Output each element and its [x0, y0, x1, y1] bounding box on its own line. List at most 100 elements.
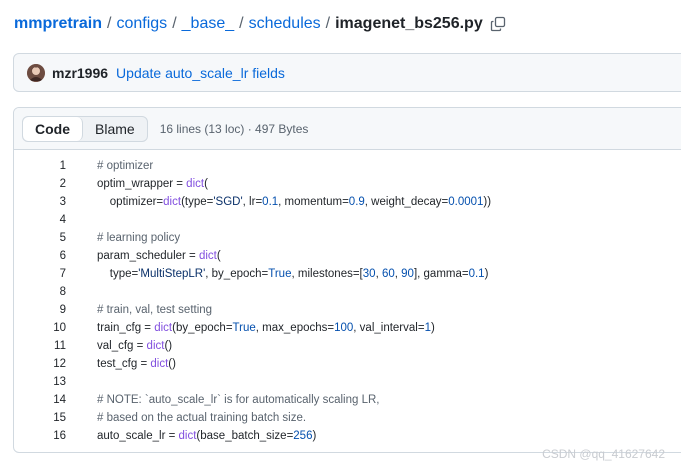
- code-token: 'MultiStepLR': [138, 268, 206, 280]
- code-token: , max_epochs=: [255, 322, 335, 334]
- line-number[interactable]: 8: [14, 286, 66, 298]
- code-token: val_cfg =: [97, 340, 147, 352]
- code-token: (): [168, 358, 176, 370]
- avatar[interactable]: [27, 63, 45, 82]
- code-token: , milestones=[: [291, 268, 363, 280]
- code-token: 0.1: [468, 268, 485, 280]
- code-line: 3 optimizer=dict(type='SGD', lr=0.1, mom…: [14, 193, 681, 211]
- line-number[interactable]: 11: [14, 340, 66, 352]
- code-line: 7 type='MultiStepLR', by_epoch=True, mil…: [14, 265, 681, 283]
- code-line: 14 # NOTE: `auto_scale_lr` is for automat…: [14, 391, 681, 409]
- code-text: type='MultiStepLR', by_epoch=True, miles…: [97, 268, 489, 280]
- code-line: 16 auto_scale_lr = dict(base_batch_size=2…: [14, 427, 681, 445]
- code-line: 6 param_scheduler = dict(: [14, 247, 681, 265]
- code-text: # learning policy: [97, 232, 180, 244]
- code-text: # train, val, test setting: [97, 304, 212, 316]
- breadcrumb-dir-link-schedules[interactable]: schedules: [249, 15, 321, 33]
- code-token: dict: [198, 250, 217, 262]
- breadcrumb-dir-link-configs[interactable]: configs: [116, 15, 167, 33]
- code-text: optimizer=dict(type='SGD', lr=0.1, momen…: [97, 196, 491, 208]
- line-number[interactable]: 13: [14, 376, 66, 388]
- line-number[interactable]: 14: [14, 394, 66, 406]
- code-token: dict: [186, 178, 205, 190]
- code-token: # based on the actual training batch siz…: [97, 412, 307, 424]
- code-line: 9 # train, val, test setting: [14, 301, 681, 319]
- latest-commit-bar: mzr1996 Update auto_scale_lr fields: [13, 53, 681, 92]
- code-token: train_cfg =: [97, 322, 155, 334]
- code-token: param_scheduler =: [97, 250, 199, 262]
- code-line: 2 optim_wrapper = dict(: [14, 175, 681, 193]
- breadcrumb-repo-link[interactable]: mmpretrain: [14, 15, 102, 33]
- line-number[interactable]: 1: [14, 160, 66, 172]
- breadcrumb-dir-link-base[interactable]: _base_: [182, 15, 235, 33]
- code-token: # learning policy: [97, 232, 181, 244]
- code-text: # optimizer: [97, 160, 153, 172]
- commit-author[interactable]: mzr1996: [52, 65, 108, 81]
- code-token: dict: [154, 322, 173, 334]
- line-number[interactable]: 2: [14, 178, 66, 190]
- code-token: 0.9: [348, 196, 365, 208]
- breadcrumb-separator: /: [325, 15, 331, 32]
- file-viewer: Code Blame 16 lines (13 loc) · 497 Bytes…: [13, 107, 681, 453]
- line-number[interactable]: 6: [14, 250, 66, 262]
- code-token: , by_epoch=: [205, 268, 269, 280]
- code-token: # NOTE: `auto_scale_lr` is for automatic…: [97, 394, 380, 406]
- code-text: test_cfg = dict(): [97, 358, 176, 370]
- code-view: 1 # optimizer 2 optim_wrapper = dict( 3 opti…: [14, 157, 681, 445]
- code-token: 60: [381, 268, 395, 280]
- code-token: True: [232, 322, 256, 334]
- breadcrumb-separator: /: [172, 15, 177, 32]
- line-number[interactable]: 5: [14, 232, 66, 244]
- code-token: ): [312, 430, 317, 442]
- code-token: # optimizer: [97, 160, 154, 172]
- code-token: 0.0001: [448, 196, 484, 208]
- code-token: (): [164, 340, 173, 352]
- line-number[interactable]: 3: [14, 196, 66, 208]
- copy-icon[interactable]: [490, 16, 506, 32]
- line-number[interactable]: 7: [14, 268, 66, 280]
- line-number[interactable]: 15: [14, 412, 66, 424]
- code-token: ): [484, 268, 489, 280]
- code-text: auto_scale_lr = dict(base_batch_size=256…: [97, 430, 316, 442]
- line-number[interactable]: 16: [14, 430, 66, 442]
- code-line: 11 val_cfg = dict(): [14, 337, 681, 355]
- code-token: True: [268, 268, 292, 280]
- code-line: 10 train_cfg = dict(by_epoch=True, max_ep…: [14, 319, 681, 337]
- code-token: , lr=: [242, 196, 263, 208]
- code-text: # based on the actual training batch siz…: [97, 412, 306, 424]
- line-number[interactable]: 4: [14, 214, 66, 226]
- code-token: type=: [97, 268, 139, 280]
- code-line: 5 # learning policy: [14, 229, 681, 247]
- code-token: optimizer=: [97, 196, 164, 208]
- code-token: dict: [163, 196, 182, 208]
- tab-code[interactable]: Code: [23, 116, 83, 141]
- breadcrumb: mmpretrain / configs / _base_ / schedule…: [14, 12, 506, 36]
- breadcrumb-file-name: imagenet_bs256.py: [335, 15, 483, 32]
- code-text: val_cfg = dict(): [97, 340, 172, 352]
- view-toggle: Code Blame: [22, 115, 148, 142]
- file-header: Code Blame 16 lines (13 loc) · 497 Bytes: [14, 108, 681, 150]
- code-text: optim_wrapper = dict(: [97, 178, 208, 190]
- code-token: 0.1: [262, 196, 279, 208]
- code-token: 90: [401, 268, 414, 280]
- line-number[interactable]: 12: [14, 358, 66, 370]
- code-token: (by_epoch=: [172, 322, 233, 334]
- code-token: )): [483, 196, 492, 208]
- code-token: (base_batch_size=: [196, 430, 294, 442]
- code-text: param_scheduler = dict(: [97, 250, 221, 262]
- code-text: # NOTE: `auto_scale_lr` is for automatic…: [97, 394, 380, 406]
- code-token: , val_interval=: [353, 322, 425, 334]
- watermark: CSDN @qq_41627642: [542, 447, 665, 461]
- commit-message-link[interactable]: Update auto_scale_lr fields: [116, 65, 285, 81]
- tab-blame[interactable]: Blame: [83, 117, 147, 141]
- code-token: test_cfg =: [97, 358, 151, 370]
- code-token: 100: [334, 322, 354, 334]
- code-token: dict: [146, 340, 165, 352]
- code-token: dict: [178, 430, 197, 442]
- code-line: 8: [14, 283, 681, 301]
- code-token: 256: [293, 430, 313, 442]
- line-number[interactable]: 10: [14, 322, 66, 334]
- code-line: 13: [14, 373, 681, 391]
- code-token: 30: [362, 268, 376, 280]
- line-number[interactable]: 9: [14, 304, 66, 316]
